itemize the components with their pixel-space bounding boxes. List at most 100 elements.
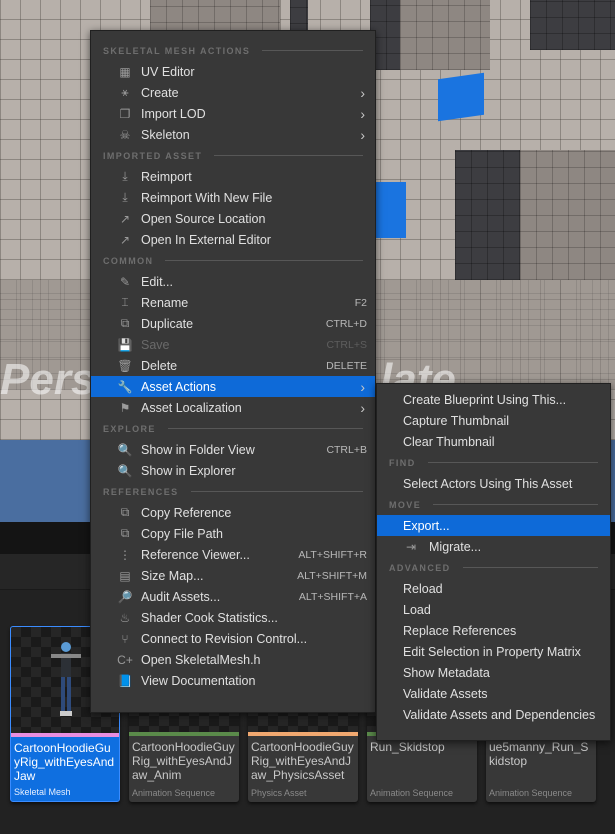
menu-item-label: Create bbox=[141, 85, 179, 100]
menu-item-open-source-location[interactable]: ↗ Open Source Location bbox=[91, 208, 375, 229]
wrench-icon: 🔧 bbox=[117, 379, 133, 394]
folder-search-icon: 🔍 bbox=[117, 442, 133, 457]
menu-item-label: Validate Assets and Dependencies bbox=[403, 707, 596, 722]
menu-item-label: Save bbox=[141, 337, 170, 352]
menu-item-show-in-folder-view[interactable]: 🔍 Show in Folder View CTRL+B bbox=[91, 439, 375, 460]
menu-section-header: FIND bbox=[377, 452, 610, 473]
menu-item-create[interactable]: ⚹ Create › bbox=[91, 82, 375, 103]
viewport-wall bbox=[400, 0, 490, 70]
menu-item-asset-localization[interactable]: ⚑ Asset Localization › bbox=[91, 397, 375, 418]
documentation-book-icon: 📘 bbox=[117, 673, 133, 688]
chevron-right-icon: › bbox=[360, 378, 365, 395]
menu-item-uv-editor[interactable]: ▦ UV Editor bbox=[91, 61, 375, 82]
viewport-ramp bbox=[520, 150, 615, 280]
menu-item-show-metadata[interactable]: Show Metadata bbox=[377, 662, 610, 683]
menu-item-validate-assets-and-dependencies[interactable]: Validate Assets and Dependencies bbox=[377, 704, 610, 725]
section-divider bbox=[214, 155, 363, 156]
menu-item-skeleton[interactable]: ☠ Skeleton › bbox=[91, 124, 375, 145]
menu-item-select-actors-using-this-asset[interactable]: Select Actors Using This Asset bbox=[377, 473, 610, 494]
menu-section-header: SKELETAL MESH ACTIONS bbox=[91, 40, 375, 61]
menu-item-size-map[interactable]: ▤ Size Map... ALT+SHIFT+M bbox=[91, 565, 375, 586]
asset-type-label: Animation Sequence bbox=[370, 788, 454, 798]
menu-item-reload[interactable]: Reload bbox=[377, 578, 610, 599]
menu-item-import-lod[interactable]: ❐ Import LOD › bbox=[91, 103, 375, 124]
menu-item-export[interactable]: Export... bbox=[377, 515, 610, 536]
menu-item-connect-to-revision-control[interactable]: ⑂ Connect to Revision Control... bbox=[91, 628, 375, 649]
menu-item-label: Asset Actions bbox=[141, 379, 217, 394]
menu-item-validate-assets[interactable]: Validate Assets bbox=[377, 683, 610, 704]
shortcut-label: ALT+SHIFT+A bbox=[298, 590, 367, 603]
menu-item-open-in-external-editor[interactable]: ↗ Open In External Editor bbox=[91, 229, 375, 250]
menu-item-label: Migrate... bbox=[429, 539, 482, 554]
menu-item-open-skeletalmesh-h[interactable]: C+ Open SkeletalMesh.h bbox=[91, 649, 375, 670]
menu-item-show-in-explorer[interactable]: 🔍 Show in Explorer bbox=[91, 460, 375, 481]
shortcut-label: CTRL+D bbox=[325, 317, 367, 330]
menu-item-label: Validate Assets bbox=[403, 686, 488, 701]
menu-item-migrate[interactable]: ⇥ Migrate... bbox=[377, 536, 610, 557]
section-title: REFERENCES bbox=[103, 486, 179, 497]
menu-item-label: Connect to Revision Control... bbox=[141, 631, 308, 646]
menu-item-replace-references[interactable]: Replace References bbox=[377, 620, 610, 641]
menu-item-label: Copy File Path bbox=[141, 526, 223, 541]
section-divider bbox=[262, 50, 363, 51]
shortcut-label: DELETE bbox=[326, 359, 367, 372]
section-divider bbox=[462, 567, 598, 568]
shortcut-label: F2 bbox=[354, 296, 367, 309]
asset-type-label: Animation Sequence bbox=[489, 788, 573, 798]
menu-item-rename[interactable]: ⌶ Rename F2 bbox=[91, 292, 375, 313]
asset-actions-submenu: Create Blueprint Using This... Capture Th… bbox=[376, 383, 611, 741]
menu-item-label: Select Actors Using This Asset bbox=[403, 476, 573, 491]
menu-item-edit[interactable]: ✎ Edit... bbox=[91, 271, 375, 292]
audit-icon: 🔎 bbox=[117, 589, 133, 604]
menu-item-audit-assets[interactable]: 🔎 Audit Assets... ALT+SHIFT+A bbox=[91, 586, 375, 607]
menu-item-create-blueprint-using-this[interactable]: Create Blueprint Using This... bbox=[377, 389, 610, 410]
menu-item-label: Create Blueprint Using This... bbox=[403, 392, 567, 407]
menu-item-label: Import LOD bbox=[141, 106, 206, 121]
menu-item-label: UV Editor bbox=[141, 64, 195, 79]
menu-item-shader-cook-statistics[interactable]: ♨ Shader Cook Statistics... bbox=[91, 607, 375, 628]
size-map-icon: ▤ bbox=[119, 568, 131, 583]
asset-type-label: Physics Asset bbox=[251, 788, 307, 798]
menu-item-reference-viewer[interactable]: ⋮ Reference Viewer... ALT+SHIFT+R bbox=[91, 544, 375, 565]
menu-item-reimport-with-new-file[interactable]: ⤓ Reimport With New File bbox=[91, 187, 375, 208]
menu-item-label: Reload bbox=[403, 581, 443, 596]
menu-item-edit-selection-in-property-matrix[interactable]: Edit Selection in Property Matrix bbox=[377, 641, 610, 662]
menu-section-header: EXPLORE bbox=[91, 418, 375, 439]
duplicate-icon: ⧉ bbox=[120, 316, 130, 330]
section-title: ADVANCED bbox=[389, 562, 451, 573]
open-source-location-icon: ↗ bbox=[119, 211, 131, 226]
save-icon: 💾 bbox=[117, 337, 133, 352]
uv-grid-icon: ▦ bbox=[119, 64, 131, 79]
menu-item-label: Load bbox=[403, 602, 431, 617]
menu-item-asset-actions[interactable]: 🔧 Asset Actions › bbox=[91, 376, 375, 397]
copy-reference-icon: ⧉ bbox=[120, 505, 130, 519]
menu-item-label: Rename bbox=[141, 295, 189, 310]
menu-item-label: Open SkeletalMesh.h bbox=[141, 652, 261, 667]
menu-item-label: Shader Cook Statistics... bbox=[141, 610, 278, 625]
menu-item-reimport[interactable]: ⤓ Reimport bbox=[91, 166, 375, 187]
menu-item-duplicate[interactable]: ⧉ Duplicate CTRL+D bbox=[91, 313, 375, 334]
menu-item-label: Audit Assets... bbox=[141, 589, 221, 604]
menu-item-copy-file-path[interactable]: ⧉ Copy File Path bbox=[91, 523, 375, 544]
menu-item-capture-thumbnail[interactable]: Capture Thumbnail bbox=[377, 410, 610, 431]
reimport-new-file-icon: ⤓ bbox=[122, 190, 128, 204]
menu-item-view-documentation[interactable]: 📘 View Documentation bbox=[91, 670, 375, 691]
open-external-editor-icon: ↗ bbox=[119, 232, 131, 247]
menu-item-load[interactable]: Load bbox=[377, 599, 610, 620]
revision-control-icon: ⑂ bbox=[121, 631, 129, 646]
asset-context-menu: SKELETAL MESH ACTIONS ▦ UV Editor ⚹ Create › ❐… bbox=[90, 30, 376, 713]
menu-item-delete[interactable]: 🗑 Delete DELETE bbox=[91, 355, 375, 376]
chevron-right-icon: › bbox=[360, 126, 365, 143]
copy-path-icon: ⧉ bbox=[120, 526, 130, 540]
menu-item-label: Capture Thumbnail bbox=[403, 413, 510, 428]
menu-item-label: Skeleton bbox=[141, 127, 190, 142]
menu-item-copy-reference[interactable]: ⧉ Copy Reference bbox=[91, 502, 375, 523]
asset-type-label: Animation Sequence bbox=[132, 788, 216, 798]
menu-item-label: Show in Explorer bbox=[141, 463, 236, 478]
migrate-icon: ⇥ bbox=[405, 539, 417, 554]
menu-item-save: 💾 Save CTRL+S bbox=[91, 334, 375, 355]
create-animation-icon: ⚹ bbox=[121, 85, 129, 99]
menu-section-header: COMMON bbox=[91, 250, 375, 271]
menu-item-clear-thumbnail[interactable]: Clear Thumbnail bbox=[377, 431, 610, 452]
section-title: EXPLORE bbox=[103, 423, 156, 434]
